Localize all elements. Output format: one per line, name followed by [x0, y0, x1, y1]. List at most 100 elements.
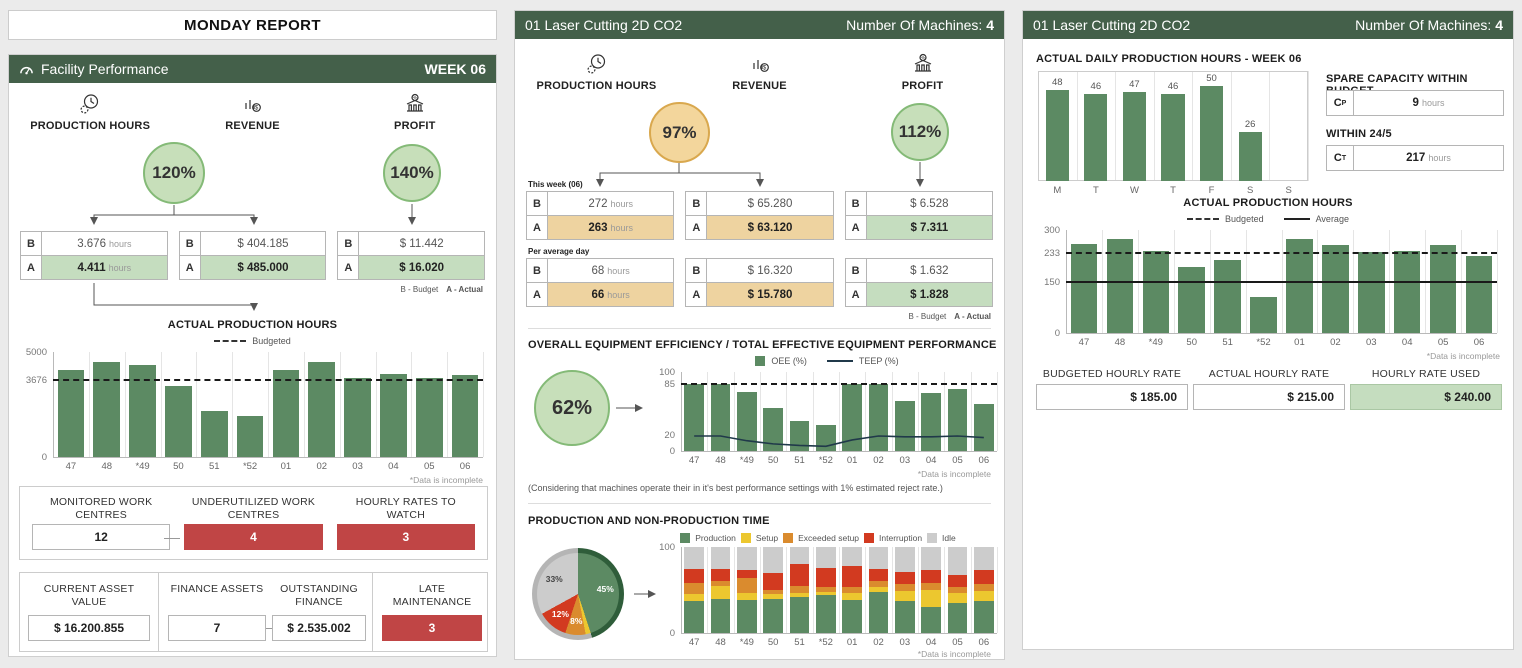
stack-segment [895, 591, 914, 601]
metric-label: OUTSTANDING FINANCE [272, 583, 366, 609]
reference-line [1066, 281, 1497, 283]
production-hours-table: B3.676hoursA4.411hours [20, 231, 168, 280]
kpi-label: REVENUE [732, 80, 787, 92]
bar-value-label: 48 [1038, 77, 1077, 88]
workcentre-detail-column: 01 Laser Cutting 2D CO2 Number Of Machin… [514, 10, 1005, 660]
x-tick-label: 05 [944, 637, 970, 648]
x-tick-label: 02 [865, 455, 891, 466]
ba-key-cell: B [526, 258, 548, 283]
x-tick-label: 04 [918, 637, 944, 648]
revenue-icon: $ [747, 51, 773, 77]
x-tick-label: M [1038, 185, 1077, 196]
stack-segment [816, 587, 835, 592]
ba-value: $ 1.632 [910, 265, 948, 277]
production-hours-icon [77, 91, 103, 117]
kpi-label: PRODUCTION HOURS [30, 120, 150, 132]
machines-label: Number Of Machines: [1355, 17, 1491, 33]
x-tick-label: 06 [447, 461, 483, 472]
bar [1430, 245, 1457, 333]
divider [372, 573, 373, 651]
metric-label: FINANCE ASSETS [171, 583, 264, 596]
x-tick-label: 51 [786, 455, 812, 466]
svg-text:%: % [412, 96, 417, 102]
aph-chart-title: ACTUAL PRODUCTION HOURS [1023, 197, 1513, 209]
revenue-table: B$ 65.280A$ 63.120 [685, 191, 833, 240]
bar-value-label: 26 [1231, 119, 1270, 130]
gridline [340, 352, 341, 457]
ba-value: 272 [588, 198, 607, 210]
bar [452, 375, 479, 457]
x-tick-label: 47 [1066, 337, 1102, 348]
metric-monitored-work-centres: MONITORED WORK CENTRES 12 [32, 496, 170, 550]
ba-row: A$ 7.311 [845, 215, 993, 240]
ba-key-cell: A [845, 282, 867, 307]
oee-title: OVERALL EQUIPMENT EFFICIENCY / TOTAL EFF… [528, 339, 997, 351]
y-tick-label: 0 [19, 452, 47, 463]
y-tick-label: 233 [1036, 248, 1060, 259]
report-title: MONDAY REPORT [184, 17, 321, 34]
bar [1358, 252, 1385, 333]
stack-segment [763, 599, 782, 633]
ba-value-cell: 263hours [548, 215, 674, 240]
report-title-box: MONDAY REPORT [8, 10, 497, 40]
bar [1178, 267, 1205, 333]
gridline [839, 547, 840, 633]
budget-actual-legend: B - BudgetA - Actual [400, 285, 483, 294]
ba-value-cell: 4.411hours [42, 255, 168, 280]
ba-row: B$ 16.320 [685, 258, 833, 283]
teep-line-sample [827, 360, 853, 362]
metric-underutilized-work-centres: UNDERUTILIZED WORK CENTRES 4 [184, 496, 322, 550]
ba-row: B3.676hours [20, 231, 168, 256]
gridline [89, 352, 90, 457]
x-tick-label: *49 [734, 455, 760, 466]
bar [816, 425, 835, 451]
bar [1466, 256, 1493, 333]
ba-row: B$ 65.280 [685, 191, 833, 216]
x-tick-label: *49 [1138, 337, 1174, 348]
ba-value: $ 7.311 [910, 222, 948, 234]
revenue-table: B$ 16.320A$ 15.780 [685, 258, 833, 307]
facility-performance-panel: Facility Performance WEEK 06 PRODUCTION … [8, 54, 497, 657]
stack-segment [895, 584, 914, 591]
oee-legend: OEE (%) TEEP (%) [653, 356, 1001, 366]
x-tick-label: F [1192, 185, 1231, 196]
x-tick-label: *52 [232, 461, 268, 472]
ba-value: 66 [592, 289, 605, 301]
stack-segment [684, 601, 703, 633]
ba-key-cell: B [526, 191, 548, 216]
stack-segment [790, 547, 809, 564]
gridline [1497, 230, 1498, 333]
dashed-line-sample [1187, 218, 1219, 220]
x-tick-label: 51 [786, 637, 812, 648]
ba-value: $ 65.280 [748, 198, 793, 210]
ba-row: A$ 63.120 [685, 215, 833, 240]
stack-segment [895, 601, 914, 633]
bar [416, 378, 443, 457]
stack-segment [921, 583, 940, 590]
reference-line [1066, 252, 1497, 254]
stack-segment [816, 592, 835, 595]
stack-segment [869, 592, 888, 633]
ba-value: $ 11.442 [400, 238, 444, 250]
bar [790, 421, 809, 451]
setup-swatch [741, 533, 751, 543]
kpi-revenue: $ REVENUE [678, 51, 841, 92]
ba-row: A$ 15.780 [685, 282, 833, 307]
actual-hourly-rate-value: $ 215.00 [1193, 384, 1345, 410]
stack-segment [737, 600, 756, 633]
metric-value-box: 3 [337, 524, 475, 550]
y-tick-label: 5000 [19, 347, 47, 358]
bar [921, 393, 940, 451]
budget-actual-tables: B3.676hoursA4.411hours B$ 404.185A$ 485.… [20, 231, 485, 280]
legend-budgeted-label: Budgeted [1225, 214, 1264, 224]
stack-segment [974, 547, 993, 570]
profit-table: B$ 1.632A$ 1.828 [845, 258, 993, 307]
ba-value: 4.411 [78, 262, 106, 274]
ba-value: 68 [592, 265, 605, 277]
bar [974, 404, 993, 451]
within-capacity-box: CT 217hours [1326, 145, 1504, 171]
gridline [786, 547, 787, 633]
ba-row: B$ 404.185 [179, 231, 327, 256]
x-tick-label: 03 [340, 461, 376, 472]
stack-segment [869, 547, 888, 569]
